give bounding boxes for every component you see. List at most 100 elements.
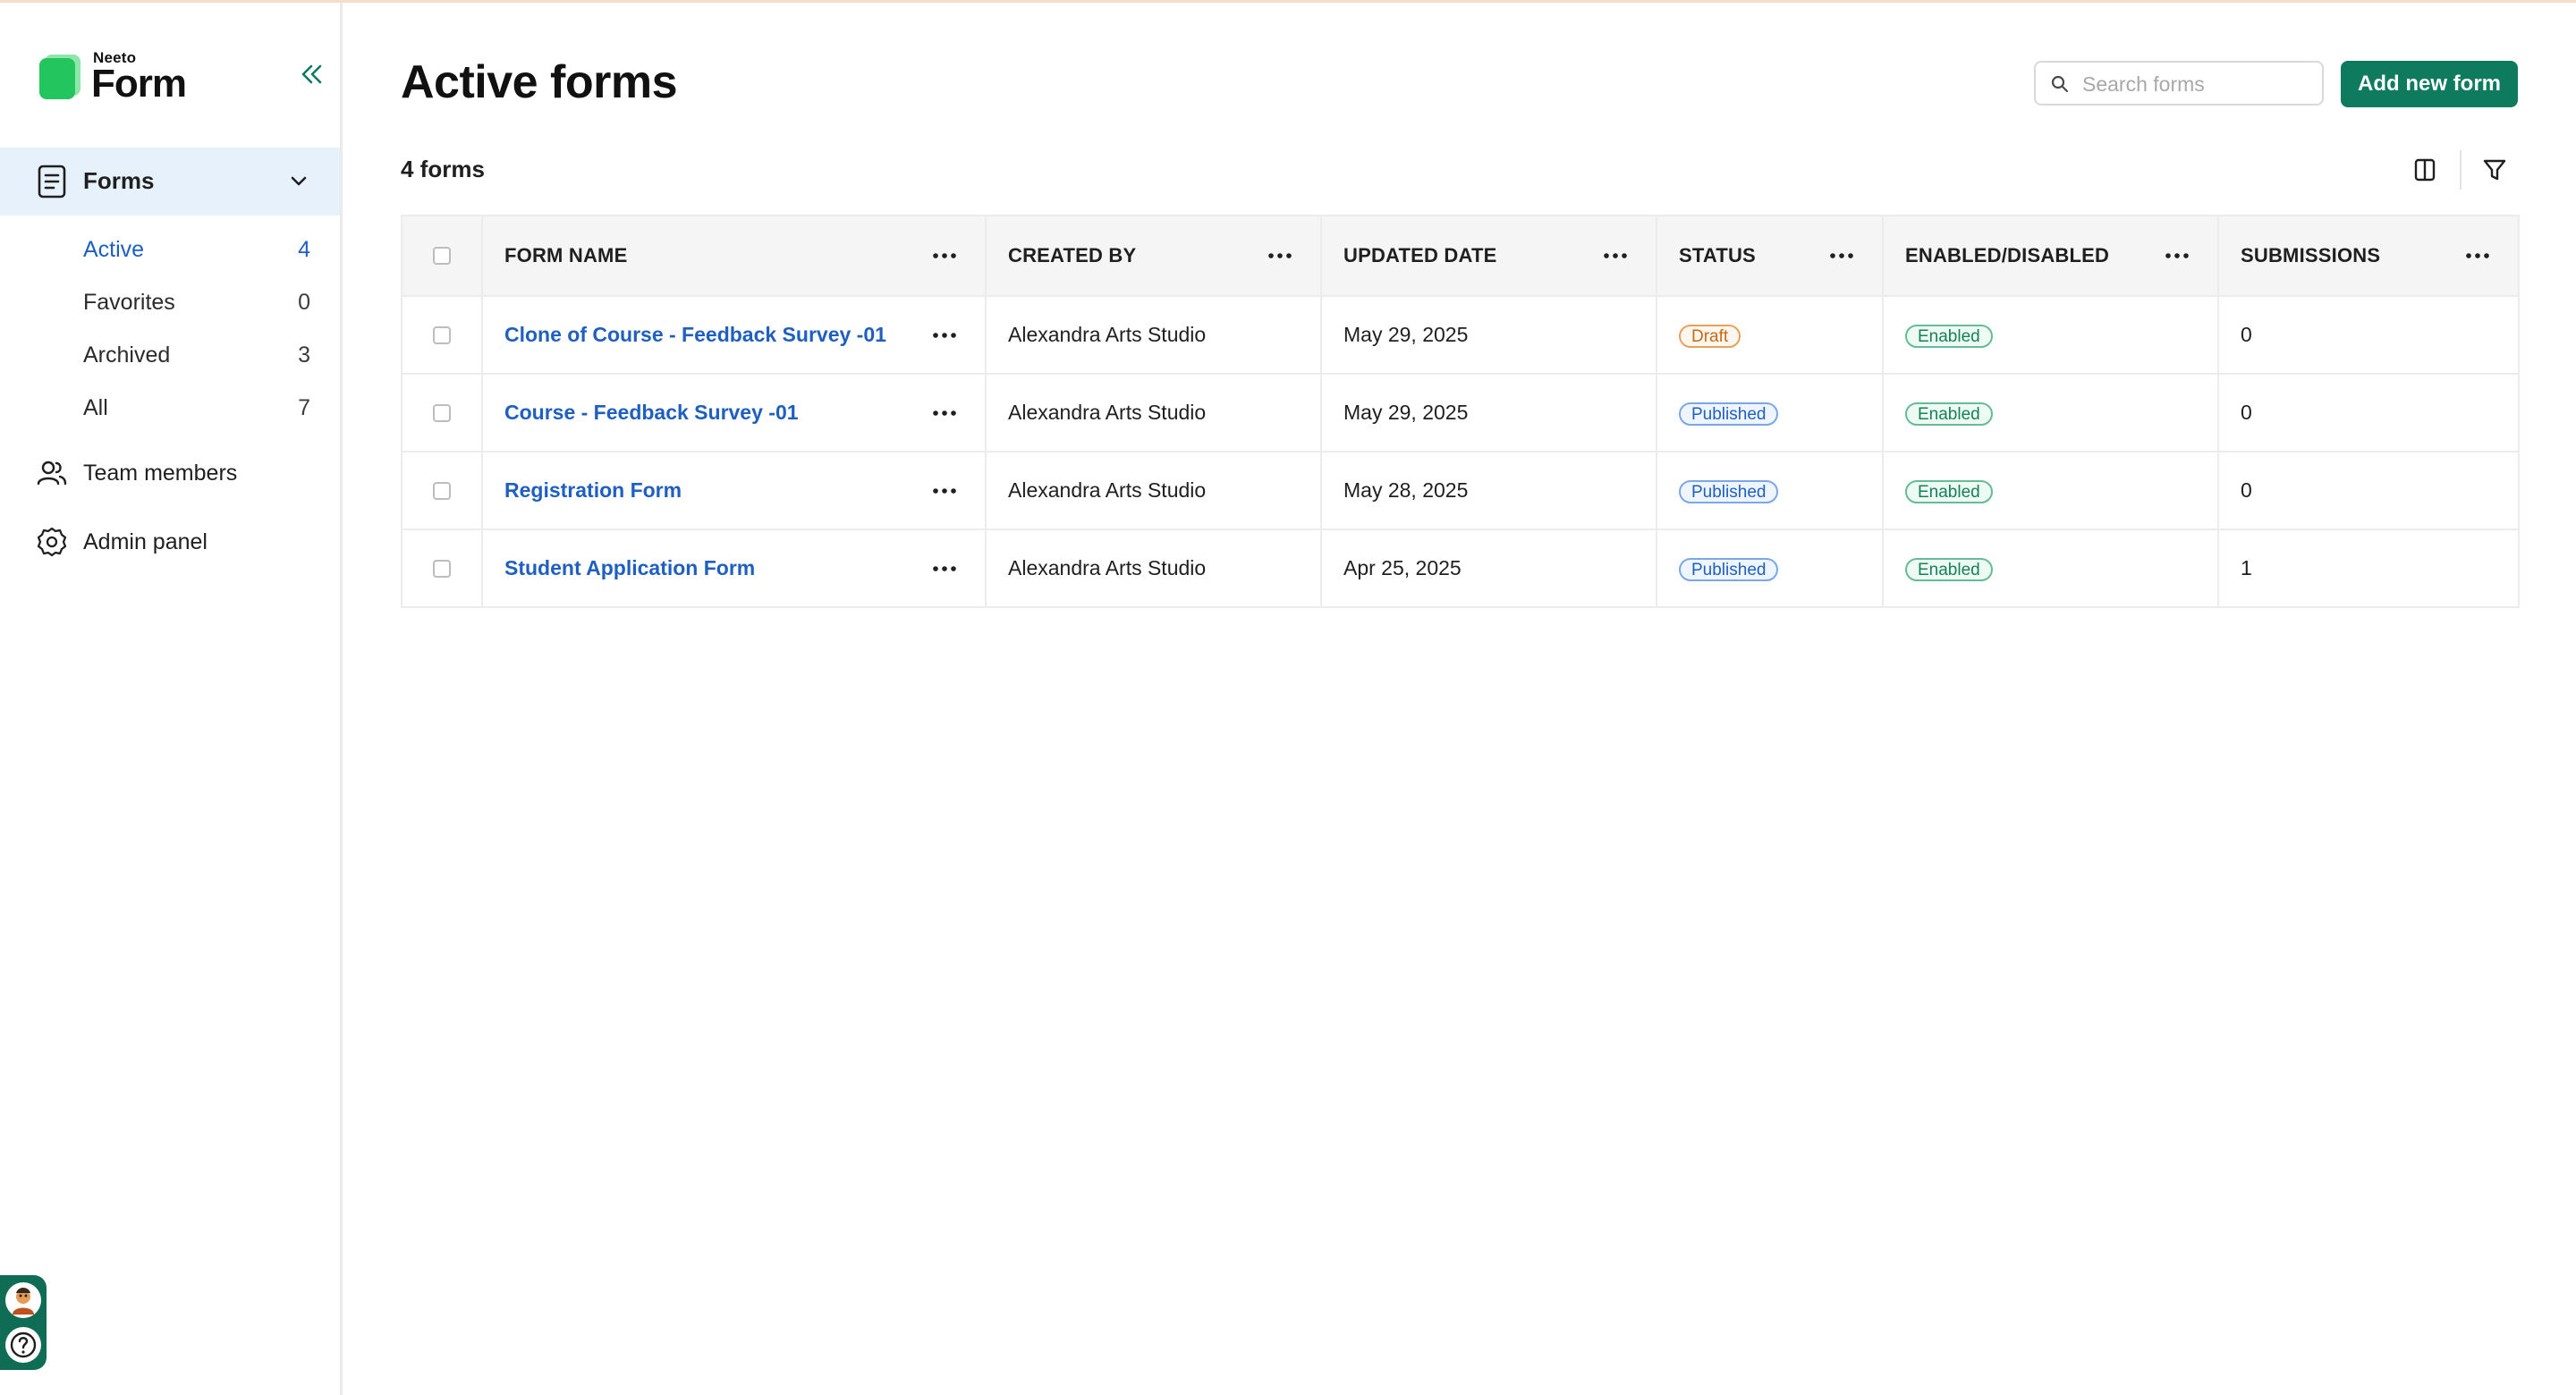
column-header-created-by[interactable]: CREATED BY <box>985 215 1322 297</box>
status-cell: Draft <box>1656 295 1884 375</box>
more-options-icon[interactable] <box>1826 247 1857 265</box>
sidebar-item-admin-panel[interactable]: Admin panel <box>0 515 340 569</box>
form-name-link[interactable]: Clone of Course - Feedback Survey -01 <box>504 323 886 346</box>
column-header-label: CREATED BY <box>1008 244 1137 266</box>
status-badge: Published <box>1679 557 1779 581</box>
enabled-cell: Enabled <box>1882 451 2219 530</box>
column-header-enabled-disabled[interactable]: ENABLED/DISABLED <box>1882 215 2219 297</box>
sidebar-subitem-count: 3 <box>298 342 310 368</box>
sidebar-item-forms-label: Forms <box>83 167 155 194</box>
help-button[interactable] <box>5 1327 41 1363</box>
more-options-icon[interactable] <box>929 247 960 265</box>
more-options-icon[interactable] <box>1600 247 1631 265</box>
column-header-status[interactable]: STATUS <box>1656 215 1884 297</box>
row-more-options-icon[interactable] <box>929 404 960 422</box>
helper-widget <box>0 1275 47 1370</box>
sidebar-subitem-label: Active <box>83 237 145 262</box>
brand-big-text: Form <box>91 62 187 106</box>
created-by-cell: Alexandra Arts Studio <box>985 528 1322 608</box>
select-all-checkbox[interactable] <box>433 247 451 265</box>
sidebar-item-forms[interactable]: Forms <box>0 148 340 216</box>
status-badge: Published <box>1679 402 1779 426</box>
sidebar-subitem-all[interactable]: All 7 <box>83 388 310 427</box>
select-all-cell <box>401 215 483 297</box>
avatar-icon <box>13 1288 34 1315</box>
row-more-options-icon[interactable] <box>929 560 960 578</box>
sidebar-subitem-label: Archived <box>83 342 171 368</box>
row-more-options-icon[interactable] <box>929 482 960 500</box>
columns-icon[interactable] <box>2409 154 2441 186</box>
form-name-cell: Clone of Course - Feedback Survey -01 <box>481 295 987 375</box>
row-checkbox[interactable] <box>433 326 451 344</box>
column-header-label: STATUS <box>1679 244 1756 266</box>
table-row[interactable]: Course - Feedback Survey -01 Alexandra A… <box>401 373 2520 452</box>
status-cell: Published <box>1656 373 1884 452</box>
sidebar-subitem-label: Favorites <box>83 290 175 315</box>
updated-date-cell: May 29, 2025 <box>1320 295 1657 375</box>
table-header-row: FORM NAME CREATED BY UPDATED DATE STATUS… <box>401 215 2520 297</box>
enabled-badge: Enabled <box>1905 479 1993 503</box>
search-input[interactable] <box>2080 68 2317 100</box>
sidebar-item-team-members-label: Team members <box>83 461 238 486</box>
column-header-form-name[interactable]: FORM NAME <box>481 215 987 297</box>
enabled-cell: Enabled <box>1882 295 2219 375</box>
row-more-options-icon[interactable] <box>929 326 960 344</box>
sidebar-subitem-favorites[interactable]: Favorites 0 <box>83 283 310 322</box>
chevron-down-icon[interactable] <box>286 169 311 194</box>
form-name-cell: Course - Feedback Survey -01 <box>481 373 987 452</box>
help-icon <box>10 1332 37 1358</box>
user-avatar[interactable] <box>5 1282 41 1318</box>
toolbar-divider <box>2460 150 2462 190</box>
form-name-link[interactable]: Student Application Form <box>504 556 755 579</box>
row-checkbox[interactable] <box>433 559 451 578</box>
row-checkbox[interactable] <box>433 481 451 500</box>
collapse-sidebar-icon[interactable] <box>295 58 327 90</box>
sidebar-subitem-active[interactable]: Active 4 <box>83 230 310 269</box>
top-accent-line <box>0 0 2576 3</box>
brand-logo[interactable]: Neeto Form <box>39 46 272 108</box>
more-options-icon[interactable] <box>2162 247 2192 265</box>
column-header-submissions[interactable]: SUBMISSIONS <box>2217 215 2520 297</box>
more-options-icon[interactable] <box>1265 247 1295 265</box>
updated-date-cell: May 28, 2025 <box>1320 451 1657 530</box>
gear-icon <box>37 527 67 557</box>
enabled-badge: Enabled <box>1905 324 1993 348</box>
status-cell: Published <box>1656 528 1884 608</box>
sidebar-item-admin-panel-label: Admin panel <box>83 529 208 554</box>
created-by-cell: Alexandra Arts Studio <box>985 373 1322 452</box>
row-select-cell <box>401 295 483 375</box>
sidebar-subitem-count: 4 <box>298 237 310 262</box>
form-name-cell: Student Application Form <box>481 528 987 608</box>
row-select-cell <box>401 451 483 530</box>
form-name-link[interactable]: Course - Feedback Survey -01 <box>504 401 799 424</box>
column-header-updated-date[interactable]: UPDATED DATE <box>1320 215 1657 297</box>
updated-date-cell: May 29, 2025 <box>1320 373 1657 452</box>
row-select-cell <box>401 528 483 608</box>
table-row[interactable]: Registration Form Alexandra Arts Studio … <box>401 451 2520 530</box>
form-name-link[interactable]: Registration Form <box>504 478 682 502</box>
forms-table: FORM NAME CREATED BY UPDATED DATE STATUS… <box>401 215 2520 608</box>
sidebar: Neeto Form Forms Active 4 Favorites 0 Ar… <box>0 3 343 1395</box>
table-row[interactable]: Clone of Course - Feedback Survey -01 Al… <box>401 295 2520 375</box>
search-box[interactable] <box>2034 61 2324 106</box>
sidebar-item-team-members[interactable]: Team members <box>0 446 340 500</box>
enabled-badge: Enabled <box>1905 402 1993 426</box>
column-header-label: ENABLED/DISABLED <box>1905 244 2110 266</box>
updated-date-cell: Apr 25, 2025 <box>1320 528 1657 608</box>
submissions-cell: 1 <box>2217 528 2520 608</box>
users-icon <box>37 461 67 486</box>
submissions-cell: 0 <box>2217 295 2520 375</box>
table-row[interactable]: Student Application Form Alexandra Arts … <box>401 528 2520 608</box>
status-badge: Published <box>1679 479 1779 503</box>
add-new-form-button[interactable]: Add new form <box>2341 61 2518 107</box>
status-cell: Published <box>1656 451 1884 530</box>
sidebar-subitem-archived[interactable]: Archived 3 <box>83 335 310 375</box>
forms-count: 4 forms <box>401 156 485 182</box>
row-checkbox[interactable] <box>433 403 451 422</box>
sidebar-subitem-label: All <box>83 395 108 420</box>
sidebar-subitem-count: 0 <box>298 290 310 315</box>
more-options-icon[interactable] <box>2462 247 2493 265</box>
row-select-cell <box>401 373 483 452</box>
submissions-cell: 0 <box>2217 451 2520 530</box>
filter-icon[interactable] <box>2479 154 2511 186</box>
